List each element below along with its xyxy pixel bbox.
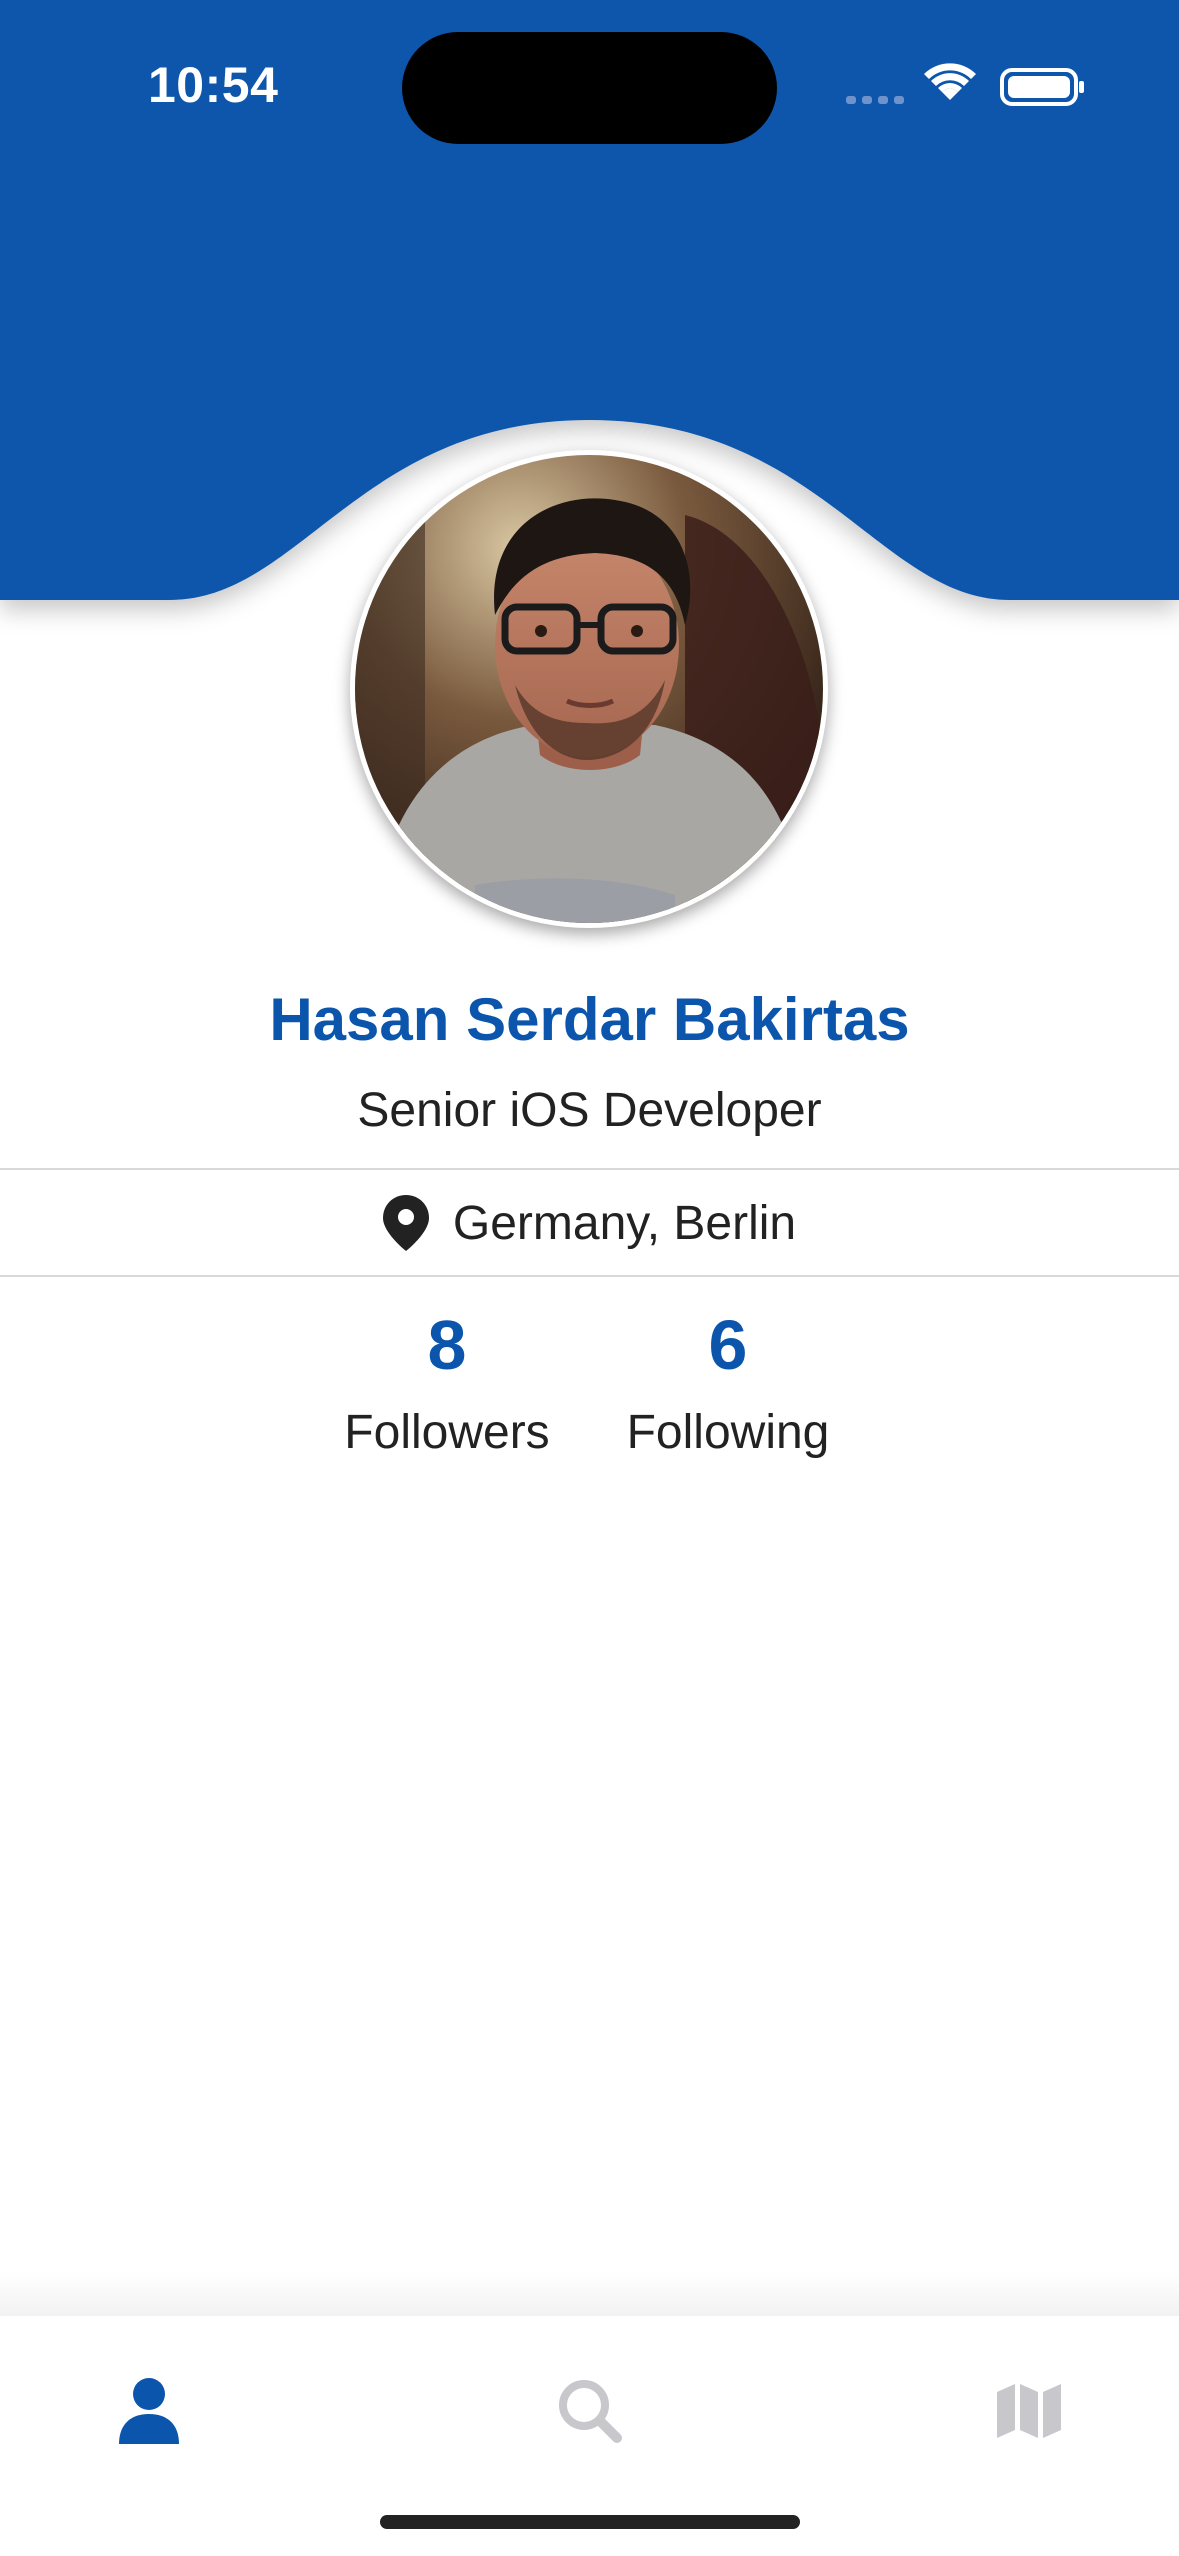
tab-search[interactable] [520,2356,660,2466]
following-count: 6 [708,1306,748,1384]
wifi-icon [924,63,976,100]
following-stat[interactable]: 6 Following [588,1300,868,1468]
status-bar-time: 10:54 [148,57,279,113]
followers-stat[interactable]: 8 Followers [307,1300,587,1468]
location-text: Germany, Berlin [452,1196,797,1250]
followers-label: Followers [344,1406,550,1459]
map-icon [997,2384,1061,2438]
battery-icon [1000,68,1084,106]
search-icon [559,2380,622,2443]
map-pin-icon [382,1195,429,1251]
avatar[interactable] [350,450,828,928]
location-row: Germany, Berlin [0,1170,1179,1276]
profile-photo [355,455,823,923]
tab-map[interactable] [959,2356,1099,2466]
tab-bar-shadow [0,2270,1179,2316]
profile-job-title: Senior iOS Developer [357,1084,822,1137]
followers-count: 8 [427,1306,467,1384]
cellular-signal-icon [846,96,904,104]
home-indicator[interactable] [380,2515,800,2529]
tab-profile[interactable] [79,2356,219,2466]
divider-bottom [0,1275,1179,1277]
person-icon [119,2378,179,2444]
status-bar-icons [846,63,1084,106]
dynamic-island [402,32,777,144]
following-label: Following [626,1406,830,1459]
profile-name: Hasan Serdar Bakirtas [269,986,910,1053]
